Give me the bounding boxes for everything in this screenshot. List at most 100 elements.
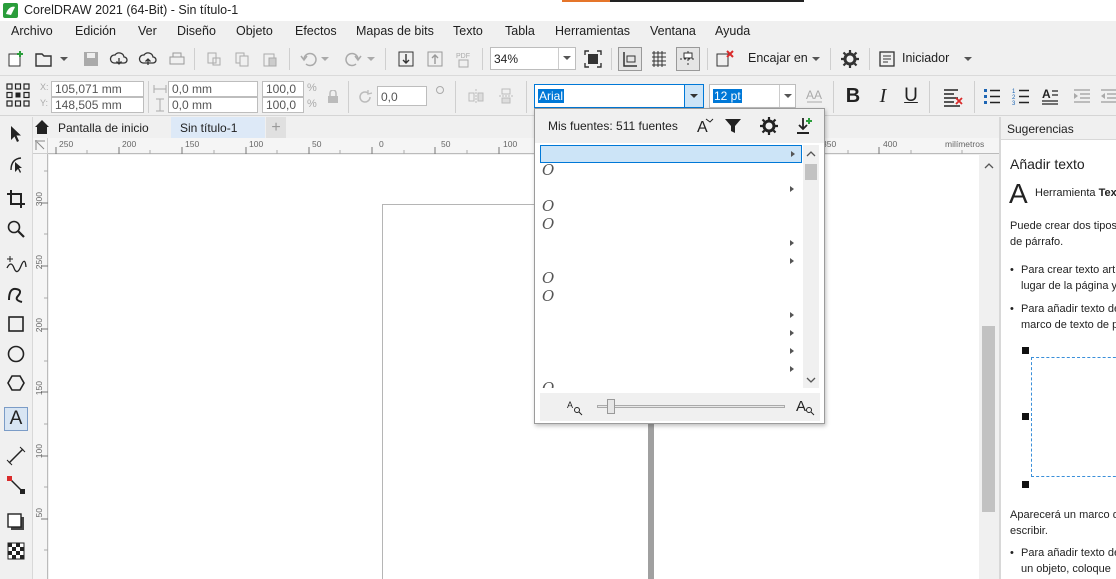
underline-icon[interactable]: U bbox=[900, 84, 922, 108]
text-tool-icon[interactable]: A bbox=[4, 407, 28, 431]
menu-edicion[interactable]: Edición bbox=[75, 24, 116, 38]
width-field[interactable]: 0,0 mm bbox=[168, 81, 258, 97]
launcher-dropdown-icon[interactable] bbox=[962, 52, 974, 66]
menu-diseno[interactable]: Diseño bbox=[177, 24, 216, 38]
ruler-corner[interactable] bbox=[33, 138, 48, 154]
font-settings-gear-icon[interactable] bbox=[758, 115, 780, 137]
new-document-icon[interactable] bbox=[5, 48, 27, 70]
full-screen-preview-icon[interactable] bbox=[582, 48, 604, 70]
mirror-vertical-icon[interactable] bbox=[495, 85, 517, 107]
freehand-tool-icon[interactable] bbox=[4, 252, 28, 276]
menu-objeto[interactable]: Objeto bbox=[236, 24, 273, 38]
menu-ver[interactable]: Ver bbox=[138, 24, 157, 38]
show-grid-icon[interactable] bbox=[647, 47, 671, 71]
small-preview-icon[interactable]: A bbox=[565, 397, 585, 417]
save-icon[interactable] bbox=[80, 48, 102, 70]
menu-ventana[interactable]: Ventana bbox=[650, 24, 696, 38]
font-playground-icon[interactable]: A bbox=[693, 115, 717, 137]
copy-icon[interactable] bbox=[231, 48, 253, 70]
open-dropdown-icon[interactable] bbox=[58, 52, 70, 66]
preview-size-slider-track[interactable] bbox=[597, 405, 785, 408]
launcher-icon[interactable] bbox=[876, 48, 898, 70]
font-name-dropdown-icon[interactable] bbox=[684, 85, 703, 107]
ellipse-tool-icon[interactable] bbox=[4, 342, 28, 366]
pick-tool-icon[interactable] bbox=[4, 122, 28, 146]
bold-icon[interactable]: B bbox=[842, 84, 864, 108]
launcher-label[interactable]: Iniciador bbox=[902, 51, 949, 65]
redo-icon[interactable] bbox=[342, 48, 364, 70]
bullet-list-icon[interactable] bbox=[980, 84, 1004, 108]
shape-tool-icon[interactable] bbox=[4, 152, 28, 176]
options-gear-icon[interactable] bbox=[838, 47, 862, 71]
menu-efectos[interactable]: Efectos bbox=[295, 24, 337, 38]
artistic-media-tool-icon[interactable] bbox=[4, 282, 28, 306]
menu-archivo[interactable]: Archivo bbox=[11, 24, 53, 38]
redo-dropdown-icon[interactable] bbox=[366, 52, 376, 66]
cloud-upload-icon[interactable] bbox=[137, 48, 159, 70]
menu-mapas-de-bits[interactable]: Mapas de bits bbox=[356, 24, 434, 38]
polygon-tool-icon[interactable] bbox=[4, 371, 28, 395]
lock-ratio-icon[interactable] bbox=[325, 88, 341, 106]
vertical-ruler[interactable]: 300 250 200 150 100 50 bbox=[33, 154, 48, 579]
preview-size-slider-thumb[interactable] bbox=[607, 399, 615, 414]
zoom-dropdown-icon[interactable] bbox=[558, 48, 575, 69]
export-icon[interactable] bbox=[424, 48, 446, 70]
font-list-scroll-down-icon[interactable] bbox=[803, 373, 819, 387]
reference-point-icon[interactable] bbox=[5, 82, 31, 108]
indent-increase-icon[interactable] bbox=[1099, 84, 1116, 108]
menu-ayuda[interactable]: Ayuda bbox=[715, 24, 750, 38]
font-list-scrollbar[interactable] bbox=[803, 145, 819, 388]
show-guidelines-icon[interactable] bbox=[676, 47, 700, 71]
rectangle-tool-icon[interactable] bbox=[4, 312, 28, 336]
docker-title-bar[interactable]: Sugerencias bbox=[1001, 117, 1116, 140]
snap-off-icon[interactable] bbox=[713, 47, 737, 71]
transparency-tool-icon[interactable] bbox=[4, 539, 28, 563]
font-list-scroll-up-icon[interactable] bbox=[803, 147, 819, 161]
paste-icon[interactable] bbox=[259, 48, 281, 70]
cloud-download-icon[interactable] bbox=[108, 48, 130, 70]
show-rulers-icon[interactable] bbox=[618, 47, 642, 71]
numbered-list-icon[interactable]: 123 bbox=[1009, 84, 1033, 108]
open-folder-icon[interactable] bbox=[33, 48, 55, 70]
indent-decrease-icon[interactable] bbox=[1070, 84, 1094, 108]
drop-cap-icon[interactable]: A bbox=[1038, 84, 1062, 108]
horizontal-ruler[interactable]: 250 200 150 100 50 0 50 100 350 400 milí… bbox=[48, 138, 999, 154]
x-position-field[interactable]: 105,071 mm bbox=[51, 81, 144, 97]
font-list-item-selected[interactable] bbox=[540, 145, 802, 163]
menu-herramientas[interactable]: Herramientas bbox=[555, 24, 630, 38]
undo-dropdown-icon[interactable] bbox=[320, 52, 330, 66]
font-size-adjust-icon[interactable]: AA bbox=[802, 84, 826, 108]
text-alignment-icon[interactable] bbox=[940, 84, 966, 110]
menu-tabla[interactable]: Tabla bbox=[505, 24, 535, 38]
new-tab-plus-icon[interactable]: + bbox=[266, 117, 286, 138]
italic-icon[interactable]: I bbox=[872, 84, 894, 108]
rotation-field[interactable]: 0,0 bbox=[377, 86, 427, 106]
cut-icon[interactable] bbox=[203, 48, 225, 70]
dimension-tool-icon[interactable] bbox=[4, 444, 28, 468]
scale-y-field[interactable]: 100,0 bbox=[262, 97, 304, 113]
scroll-up-icon[interactable] bbox=[979, 159, 998, 173]
large-preview-icon[interactable]: A bbox=[796, 397, 816, 417]
import-icon[interactable] bbox=[395, 48, 417, 70]
font-size-dropdown-icon[interactable] bbox=[779, 85, 795, 107]
font-name-field[interactable]: Arial bbox=[534, 84, 704, 108]
menu-texto[interactable]: Texto bbox=[453, 24, 483, 38]
mirror-horizontal-icon[interactable] bbox=[465, 85, 487, 107]
font-list-scroll-thumb[interactable] bbox=[805, 164, 817, 180]
height-field[interactable]: 0,0 mm bbox=[168, 97, 258, 113]
tab-home[interactable]: Pantalla de inicio bbox=[33, 117, 170, 138]
scale-x-field[interactable]: 100,0 bbox=[262, 81, 304, 97]
snap-to-label[interactable]: Encajar en bbox=[748, 51, 808, 65]
font-filter-icon[interactable] bbox=[722, 115, 744, 137]
zoom-tool-icon[interactable] bbox=[4, 217, 28, 241]
export-pdf-icon[interactable]: PDF bbox=[453, 48, 475, 70]
undo-icon[interactable] bbox=[298, 48, 320, 70]
get-more-fonts-icon[interactable] bbox=[794, 115, 816, 137]
crop-tool-icon[interactable] bbox=[4, 187, 28, 211]
print-icon[interactable] bbox=[166, 48, 188, 70]
drop-shadow-tool-icon[interactable] bbox=[4, 510, 28, 534]
connector-tool-icon[interactable] bbox=[4, 473, 28, 497]
y-position-field[interactable]: 148,505 mm bbox=[51, 97, 144, 113]
vertical-scroll-thumb[interactable] bbox=[982, 326, 995, 512]
snap-dropdown-icon[interactable] bbox=[810, 52, 822, 66]
